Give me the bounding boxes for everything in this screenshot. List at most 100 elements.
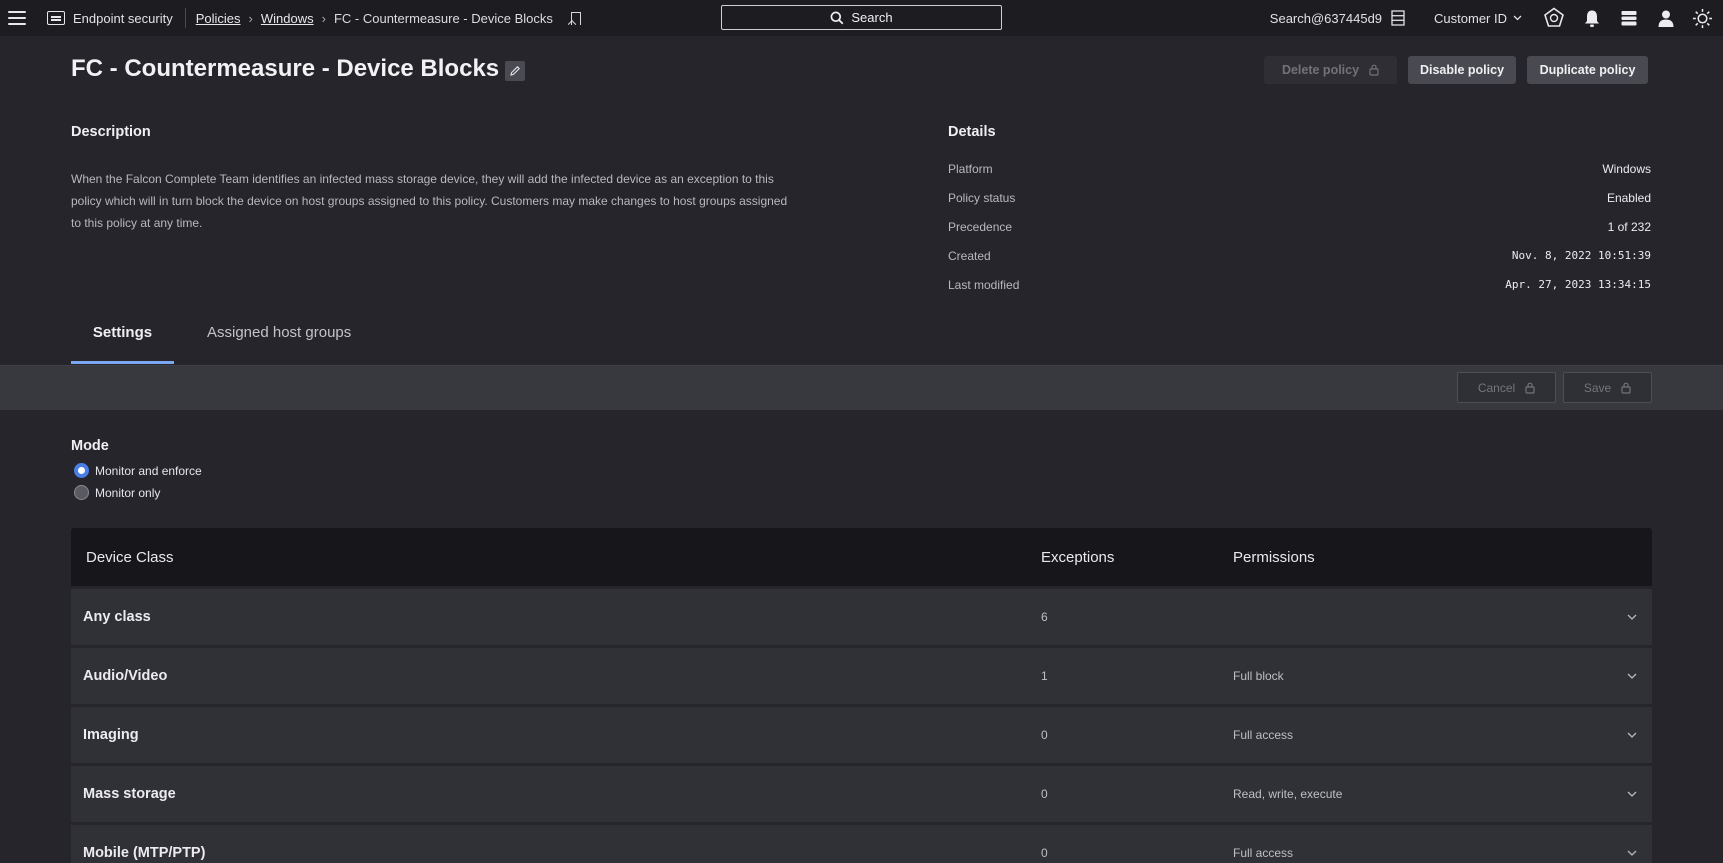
save-button[interactable]: Save xyxy=(1563,372,1652,403)
details-heading: Details xyxy=(948,124,996,140)
edit-title-button[interactable] xyxy=(505,60,526,81)
detail-value: Nov. 8, 2022 10:51:39 xyxy=(1511,249,1651,262)
search-label: Search xyxy=(851,10,893,25)
falcon-app-icon[interactable] xyxy=(1541,7,1567,29)
detail-row-created: Created Nov. 8, 2022 10:51:39 xyxy=(948,241,1651,270)
chevron-right-icon: › xyxy=(248,10,253,26)
detail-row-policy-status: Policy status Enabled xyxy=(948,183,1651,212)
customer-id-dropdown[interactable]: Customer ID xyxy=(1434,11,1522,26)
radio-label: Monitor only xyxy=(95,485,161,500)
duplicate-policy-label: Duplicate policy xyxy=(1539,63,1636,77)
permissions-value: Full access xyxy=(1233,846,1294,860)
detail-row-last-modified: Last modified Apr. 27, 2023 13:34:15 xyxy=(948,270,1651,299)
detail-value: Enabled xyxy=(1606,190,1651,205)
device-class-name: Imaging xyxy=(83,727,139,743)
detail-row-precedence: Precedence 1 of 232 xyxy=(948,212,1651,241)
tab-assigned-host-groups[interactable]: Assigned host groups xyxy=(207,324,351,364)
detail-value: 1 of 232 xyxy=(1607,219,1651,234)
expand-chevron-down-icon[interactable] xyxy=(1612,850,1652,856)
breadcrumb-policies[interactable]: Policies xyxy=(196,11,241,26)
notifications-bell-icon[interactable] xyxy=(1579,9,1605,28)
exceptions-count: 6 xyxy=(1041,610,1048,624)
table-header: Device Class Exceptions Permissions xyxy=(71,528,1652,586)
messages-icon[interactable] xyxy=(1616,9,1642,27)
search-icon xyxy=(830,11,844,24)
table-row[interactable]: Imaging 0 Full access xyxy=(71,707,1652,763)
account-switcher[interactable]: Search@637445d9 xyxy=(1270,10,1405,26)
device-class-name: Mobile (MTP/PTP) xyxy=(83,845,206,861)
description-heading: Description xyxy=(71,124,151,140)
customer-id-label: Customer ID xyxy=(1434,10,1507,26)
column-header-device-class: Device Class xyxy=(86,548,174,566)
radio-monitor-only[interactable]: Monitor only xyxy=(74,485,160,500)
radio-unselected-icon xyxy=(74,485,89,500)
expand-chevron-down-icon[interactable] xyxy=(1612,614,1652,620)
chevron-right-icon: › xyxy=(321,10,326,26)
breadcrumb: Policies › Windows › FC - Countermeasure… xyxy=(196,11,581,26)
detail-value: Windows xyxy=(1602,161,1651,176)
policy-title: FC - Countermeasure - Device Blocks xyxy=(71,55,500,82)
hamburger-menu-icon[interactable] xyxy=(8,11,26,25)
table-row[interactable]: Mass storage 0 Read, write, execute xyxy=(71,766,1652,822)
lock-icon xyxy=(1369,64,1379,76)
account-name: Search@637445d9 xyxy=(1269,10,1383,26)
detail-label: Policy status xyxy=(948,190,1016,205)
top-bar: Endpoint security Policies › Windows › F… xyxy=(0,0,1723,36)
breadcrumb-current: FC - Countermeasure - Device Blocks xyxy=(333,10,553,26)
lock-icon xyxy=(1525,382,1535,394)
detail-value: Apr. 27, 2023 13:34:15 xyxy=(1505,278,1651,291)
top-right-controls: Search@637445d9 Customer ID xyxy=(1270,0,1723,36)
detail-row-platform: Platform Windows xyxy=(948,154,1651,183)
divider xyxy=(184,8,186,28)
table-row[interactable]: Mobile (MTP/PTP) 0 Full access xyxy=(71,825,1652,863)
exceptions-count: 0 xyxy=(1041,787,1048,801)
chevron-down-icon xyxy=(1513,15,1522,21)
delete-policy-label: Delete policy xyxy=(1281,63,1360,77)
pencil-icon xyxy=(510,65,521,76)
page-title: FC - Countermeasure - Device Blocks xyxy=(71,55,526,83)
permissions-value: Read, write, execute xyxy=(1233,787,1343,801)
detail-label: Precedence xyxy=(948,219,1013,234)
cancel-button[interactable]: Cancel xyxy=(1457,372,1556,403)
global-search-button[interactable]: Search xyxy=(721,5,1002,30)
expand-chevron-down-icon[interactable] xyxy=(1612,732,1652,738)
expand-chevron-down-icon[interactable] xyxy=(1612,673,1652,679)
table-row[interactable]: Audio/Video 1 Full block xyxy=(71,648,1652,704)
radio-selected-icon xyxy=(74,463,89,478)
device-class-name: Mass storage xyxy=(83,786,176,802)
column-header-exceptions: Exceptions xyxy=(1041,548,1115,566)
expand-chevron-down-icon[interactable] xyxy=(1612,791,1652,797)
delete-policy-button[interactable]: Delete policy xyxy=(1264,56,1397,84)
bookmark-icon[interactable] xyxy=(570,11,581,25)
detail-label: Created xyxy=(948,248,991,263)
device-class-name: Audio/Video xyxy=(83,668,168,684)
duplicate-policy-button[interactable]: Duplicate policy xyxy=(1527,56,1648,84)
radio-monitor-and-enforce[interactable]: Monitor and enforce xyxy=(74,463,202,478)
endpoint-security-icon xyxy=(47,11,65,25)
breadcrumb-windows[interactable]: Windows xyxy=(261,11,314,26)
mode-heading: Mode xyxy=(71,438,109,454)
save-label: Save xyxy=(1583,380,1612,395)
detail-label: Last modified xyxy=(948,277,1020,292)
exceptions-count: 1 xyxy=(1041,669,1048,683)
exceptions-count: 0 xyxy=(1041,728,1048,742)
app-name: Endpoint security xyxy=(73,10,173,26)
details-list: Platform Windows Policy status Enabled P… xyxy=(948,154,1651,299)
cancel-label: Cancel xyxy=(1477,380,1516,395)
permissions-value: Full block xyxy=(1233,669,1284,683)
permissions-value: Full access xyxy=(1233,728,1294,742)
detail-label: Platform xyxy=(948,161,993,176)
app-switcher[interactable]: Endpoint security xyxy=(47,11,173,26)
disable-policy-button[interactable]: Disable policy xyxy=(1408,56,1516,84)
server-icon xyxy=(1391,10,1405,26)
user-profile-icon[interactable] xyxy=(1653,9,1679,28)
device-class-name: Any class xyxy=(83,609,151,625)
radio-label: Monitor and enforce xyxy=(95,463,202,478)
theme-sun-icon[interactable] xyxy=(1689,8,1715,29)
exceptions-count: 0 xyxy=(1041,846,1048,860)
table-row[interactable]: Any class 6 xyxy=(71,589,1652,645)
tab-settings[interactable]: Settings xyxy=(71,324,174,364)
lock-icon xyxy=(1621,382,1631,394)
disable-policy-label: Disable policy xyxy=(1419,63,1505,77)
column-header-permissions: Permissions xyxy=(1233,548,1315,566)
